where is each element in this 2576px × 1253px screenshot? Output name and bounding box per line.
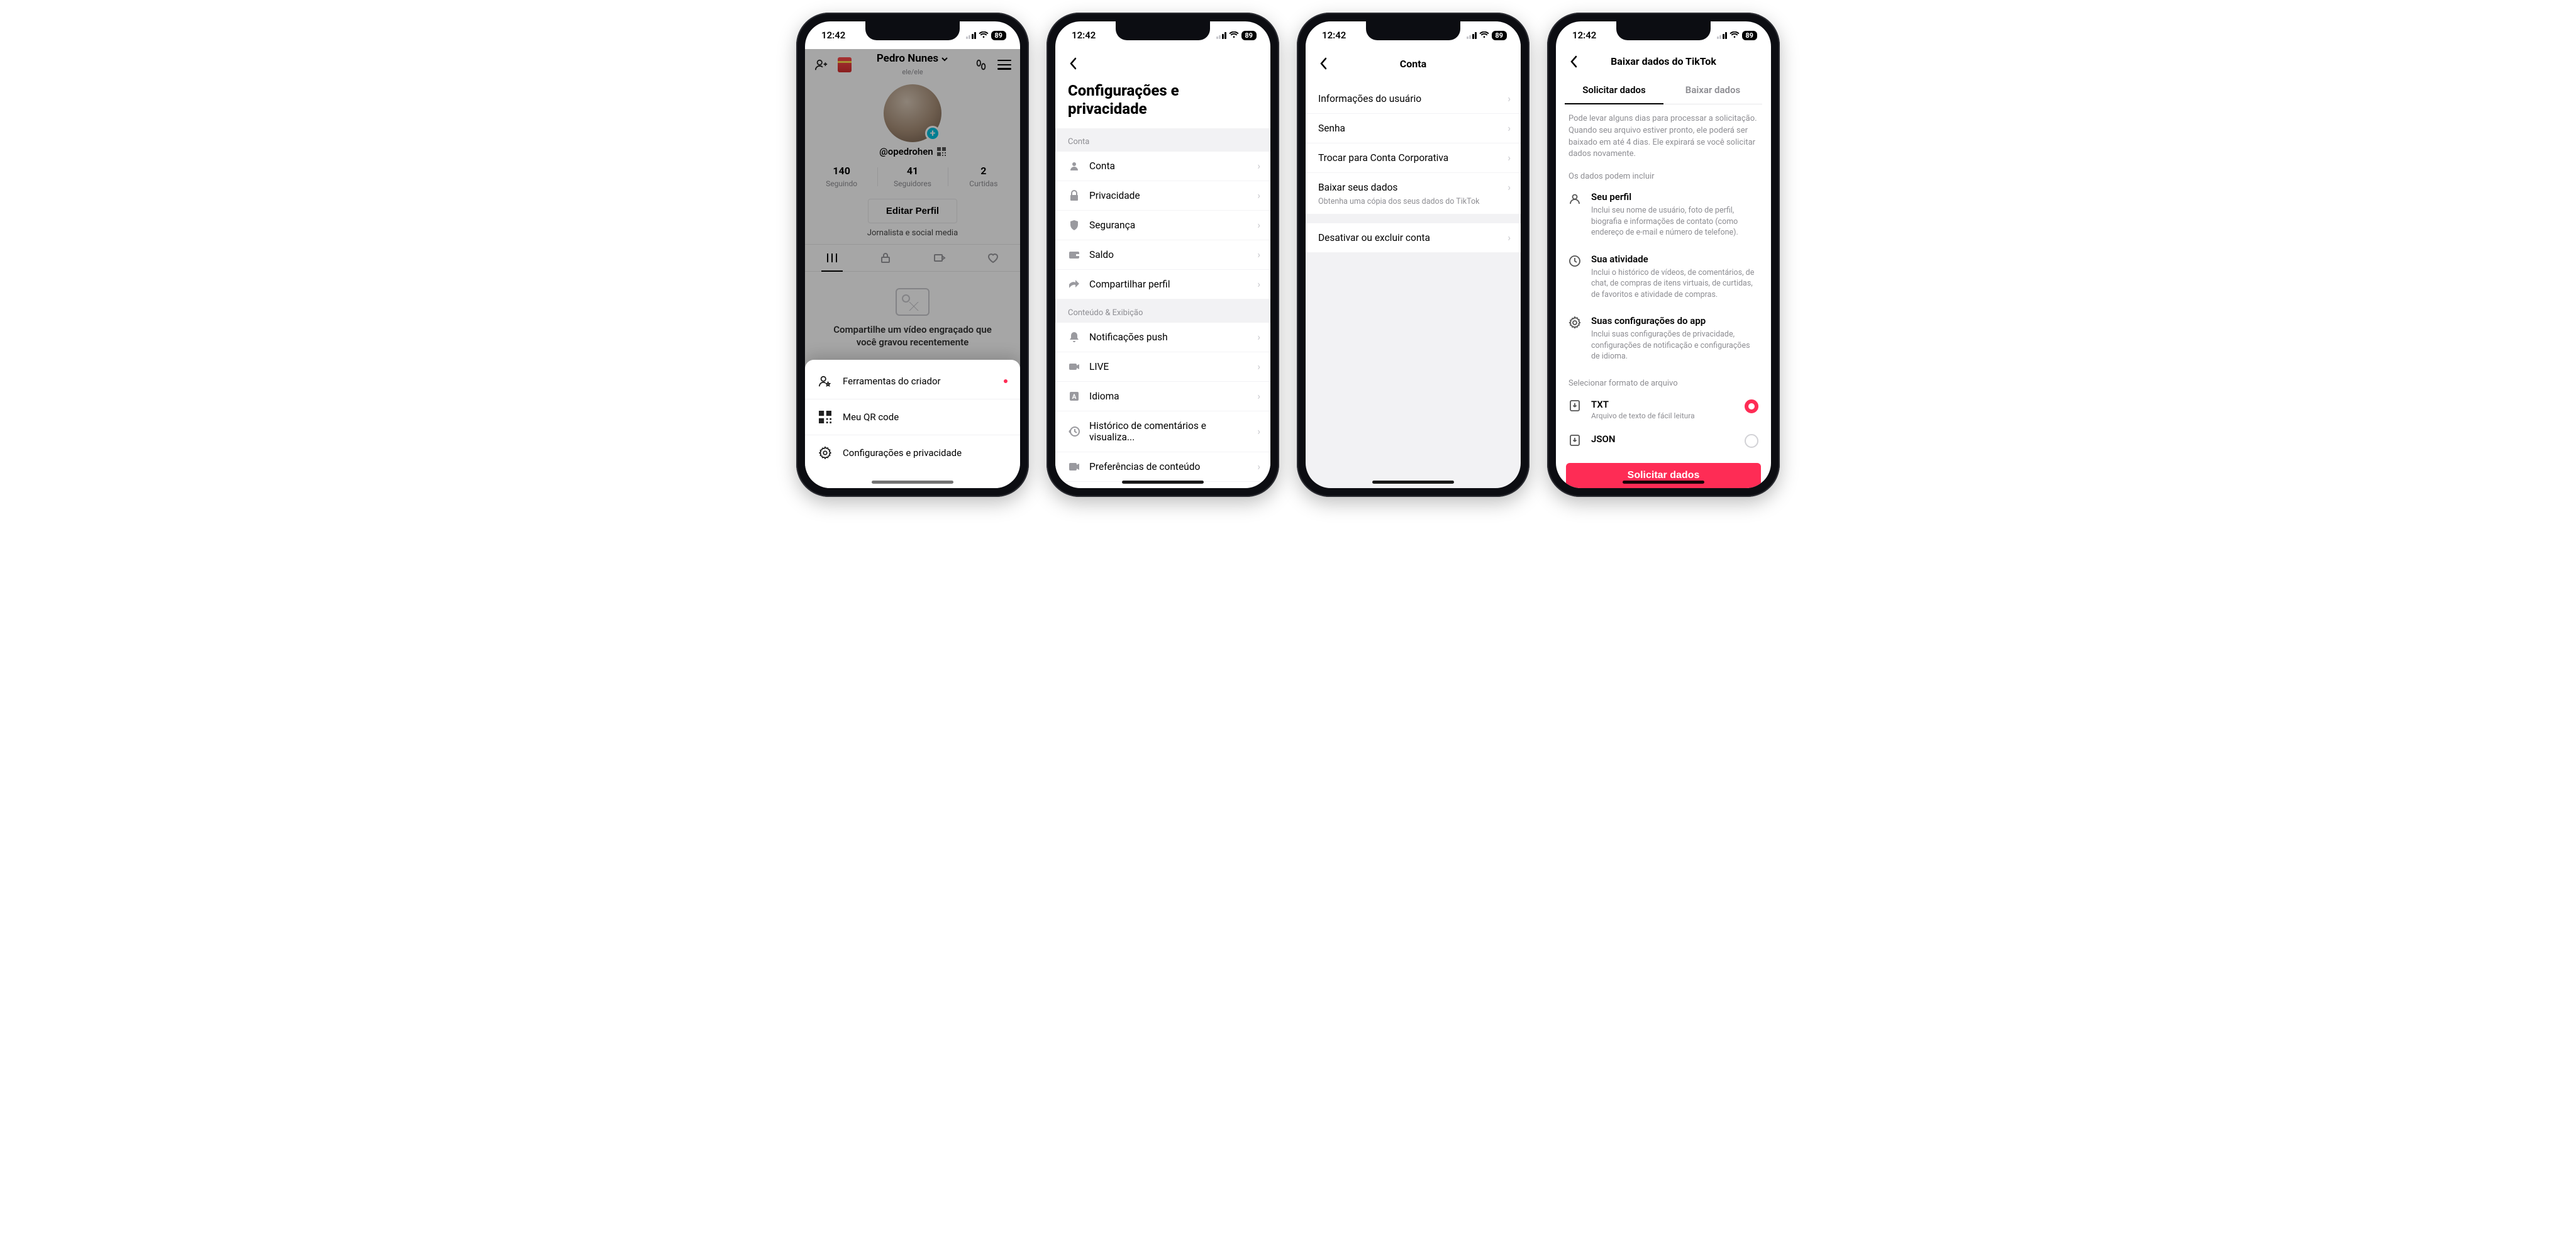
chevron-right-icon: › — [1507, 93, 1511, 104]
download-file-icon — [1568, 399, 1582, 412]
wifi-icon — [1479, 31, 1489, 39]
chevron-right-icon: › — [1257, 249, 1260, 260]
battery-icon: 89 — [1241, 31, 1257, 40]
gear-icon — [1568, 316, 1582, 362]
bottom-sheet: Ferramentas do criador Meu QR code Confi… — [805, 360, 1020, 488]
shield-icon — [1068, 220, 1080, 231]
creator-tools-icon — [818, 374, 833, 389]
include-profile: Seu perfilInclui seu nome de usuário, fo… — [1556, 185, 1771, 247]
wallet-icon — [1068, 250, 1080, 260]
download-file-icon — [1568, 434, 1582, 447]
row-history[interactable]: Histórico de comentários e visualiza...› — [1055, 411, 1270, 452]
lock-icon — [1068, 190, 1080, 201]
svg-text:A: A — [1072, 394, 1077, 401]
format-json[interactable]: JSON — [1556, 426, 1771, 454]
chevron-right-icon: › — [1257, 426, 1260, 437]
row-user-info[interactable]: Informações do usuário› — [1306, 84, 1521, 114]
share-icon — [1068, 279, 1080, 289]
chevron-right-icon: › — [1257, 461, 1260, 472]
phone-profile: 12:42 89 Pedro Nun — [796, 13, 1029, 497]
status-time: 12:42 — [821, 30, 845, 41]
section-content-header: Conteúdo & Exibição — [1055, 299, 1270, 323]
cellular-icon — [966, 32, 977, 39]
phone-settings: 12:42 89 Configurações eprivacidade Cont… — [1046, 13, 1279, 497]
wifi-icon — [979, 31, 989, 39]
row-switch-business[interactable]: Trocar para Conta Corporativa› — [1306, 143, 1521, 173]
sheet-creator-tools[interactable]: Ferramentas do criador — [805, 364, 1020, 399]
clock-icon — [1568, 255, 1582, 301]
chevron-right-icon: › — [1507, 182, 1511, 193]
row-language[interactable]: AIdioma› — [1055, 382, 1270, 411]
wifi-icon — [1729, 31, 1740, 39]
radio-unselected[interactable] — [1745, 434, 1758, 448]
cellular-icon — [1216, 32, 1227, 39]
radio-selected[interactable] — [1745, 399, 1758, 413]
back-button[interactable] — [1063, 53, 1083, 74]
chevron-right-icon: › — [1507, 152, 1511, 164]
live-icon — [1068, 362, 1080, 371]
qr-code-icon — [818, 409, 833, 425]
subheader-include: Os dados podem incluir — [1556, 164, 1771, 185]
row-push[interactable]: Notificações push› — [1055, 323, 1270, 352]
row-account[interactable]: Conta› — [1055, 152, 1270, 181]
row-live[interactable]: LIVE› — [1055, 352, 1270, 382]
row-password[interactable]: Senha› — [1306, 114, 1521, 143]
row-security[interactable]: Segurança› — [1055, 211, 1270, 240]
chevron-right-icon: › — [1257, 190, 1260, 201]
tab-download-data[interactable]: Baixar dados — [1663, 77, 1762, 104]
row-content-pref[interactable]: Preferências de conteúdo› — [1055, 452, 1270, 482]
wifi-icon — [1229, 31, 1239, 39]
person-icon — [1568, 192, 1582, 238]
bell-icon — [1068, 331, 1080, 343]
format-txt[interactable]: TXTArquivo de texto de fácil leitura — [1556, 392, 1771, 426]
chevron-right-icon: › — [1257, 220, 1260, 231]
phone-account: 12:42 89 Conta Informações do usuário› S… — [1297, 13, 1530, 497]
cellular-icon — [1717, 32, 1728, 39]
gear-icon — [818, 445, 833, 460]
include-settings: Suas configurações do appInclui suas con… — [1556, 309, 1771, 371]
tab-request-data[interactable]: Solicitar dados — [1565, 77, 1663, 104]
row-privacy[interactable]: Privacidade› — [1055, 181, 1270, 211]
chevron-right-icon: › — [1257, 391, 1260, 402]
video-icon — [1068, 462, 1080, 471]
subheader-format: Selecionar formato de arquivo — [1556, 371, 1771, 392]
back-button[interactable] — [1313, 53, 1333, 74]
cellular-icon — [1467, 32, 1477, 39]
back-button[interactable] — [1563, 52, 1584, 72]
notification-dot — [1004, 379, 1008, 383]
history-icon — [1068, 426, 1080, 437]
chevron-right-icon: › — [1257, 361, 1260, 372]
row-download-data-sub: Obtenha uma cópia dos seus dados do TikT… — [1306, 197, 1521, 214]
chevron-right-icon: › — [1257, 160, 1260, 172]
row-share-profile[interactable]: Compartilhar perfil› — [1055, 270, 1270, 299]
include-activity: Sua atividadeInclui o histórico de vídeo… — [1556, 247, 1771, 309]
row-deactivate[interactable]: Desativar ou excluir conta› — [1306, 223, 1521, 253]
row-balance[interactable]: Saldo› — [1055, 240, 1270, 270]
chevron-right-icon: › — [1257, 279, 1260, 290]
battery-icon: 89 — [991, 31, 1006, 40]
phone-download-data: 12:42 89 Baixar dados do TikTok Solicita… — [1547, 13, 1780, 497]
request-data-button[interactable]: Solicitar dados — [1566, 463, 1761, 488]
request-info-text: Pode levar alguns dias para processar a … — [1556, 104, 1771, 164]
battery-icon: 89 — [1742, 31, 1757, 40]
chevron-right-icon: › — [1507, 232, 1511, 243]
page-title: Configurações eprivacidade — [1055, 78, 1270, 128]
sheet-settings[interactable]: Configurações e privacidade — [805, 435, 1020, 471]
sheet-qr-code[interactable]: Meu QR code — [805, 399, 1020, 435]
page-title: Baixar dados do TikTok — [1556, 55, 1771, 67]
battery-icon: 89 — [1492, 31, 1507, 40]
chevron-right-icon: › — [1507, 123, 1511, 134]
section-account-header: Conta — [1055, 128, 1270, 152]
person-icon — [1068, 160, 1080, 172]
language-icon: A — [1068, 391, 1080, 401]
page-title: Conta — [1306, 58, 1521, 70]
chevron-right-icon: › — [1257, 331, 1260, 343]
